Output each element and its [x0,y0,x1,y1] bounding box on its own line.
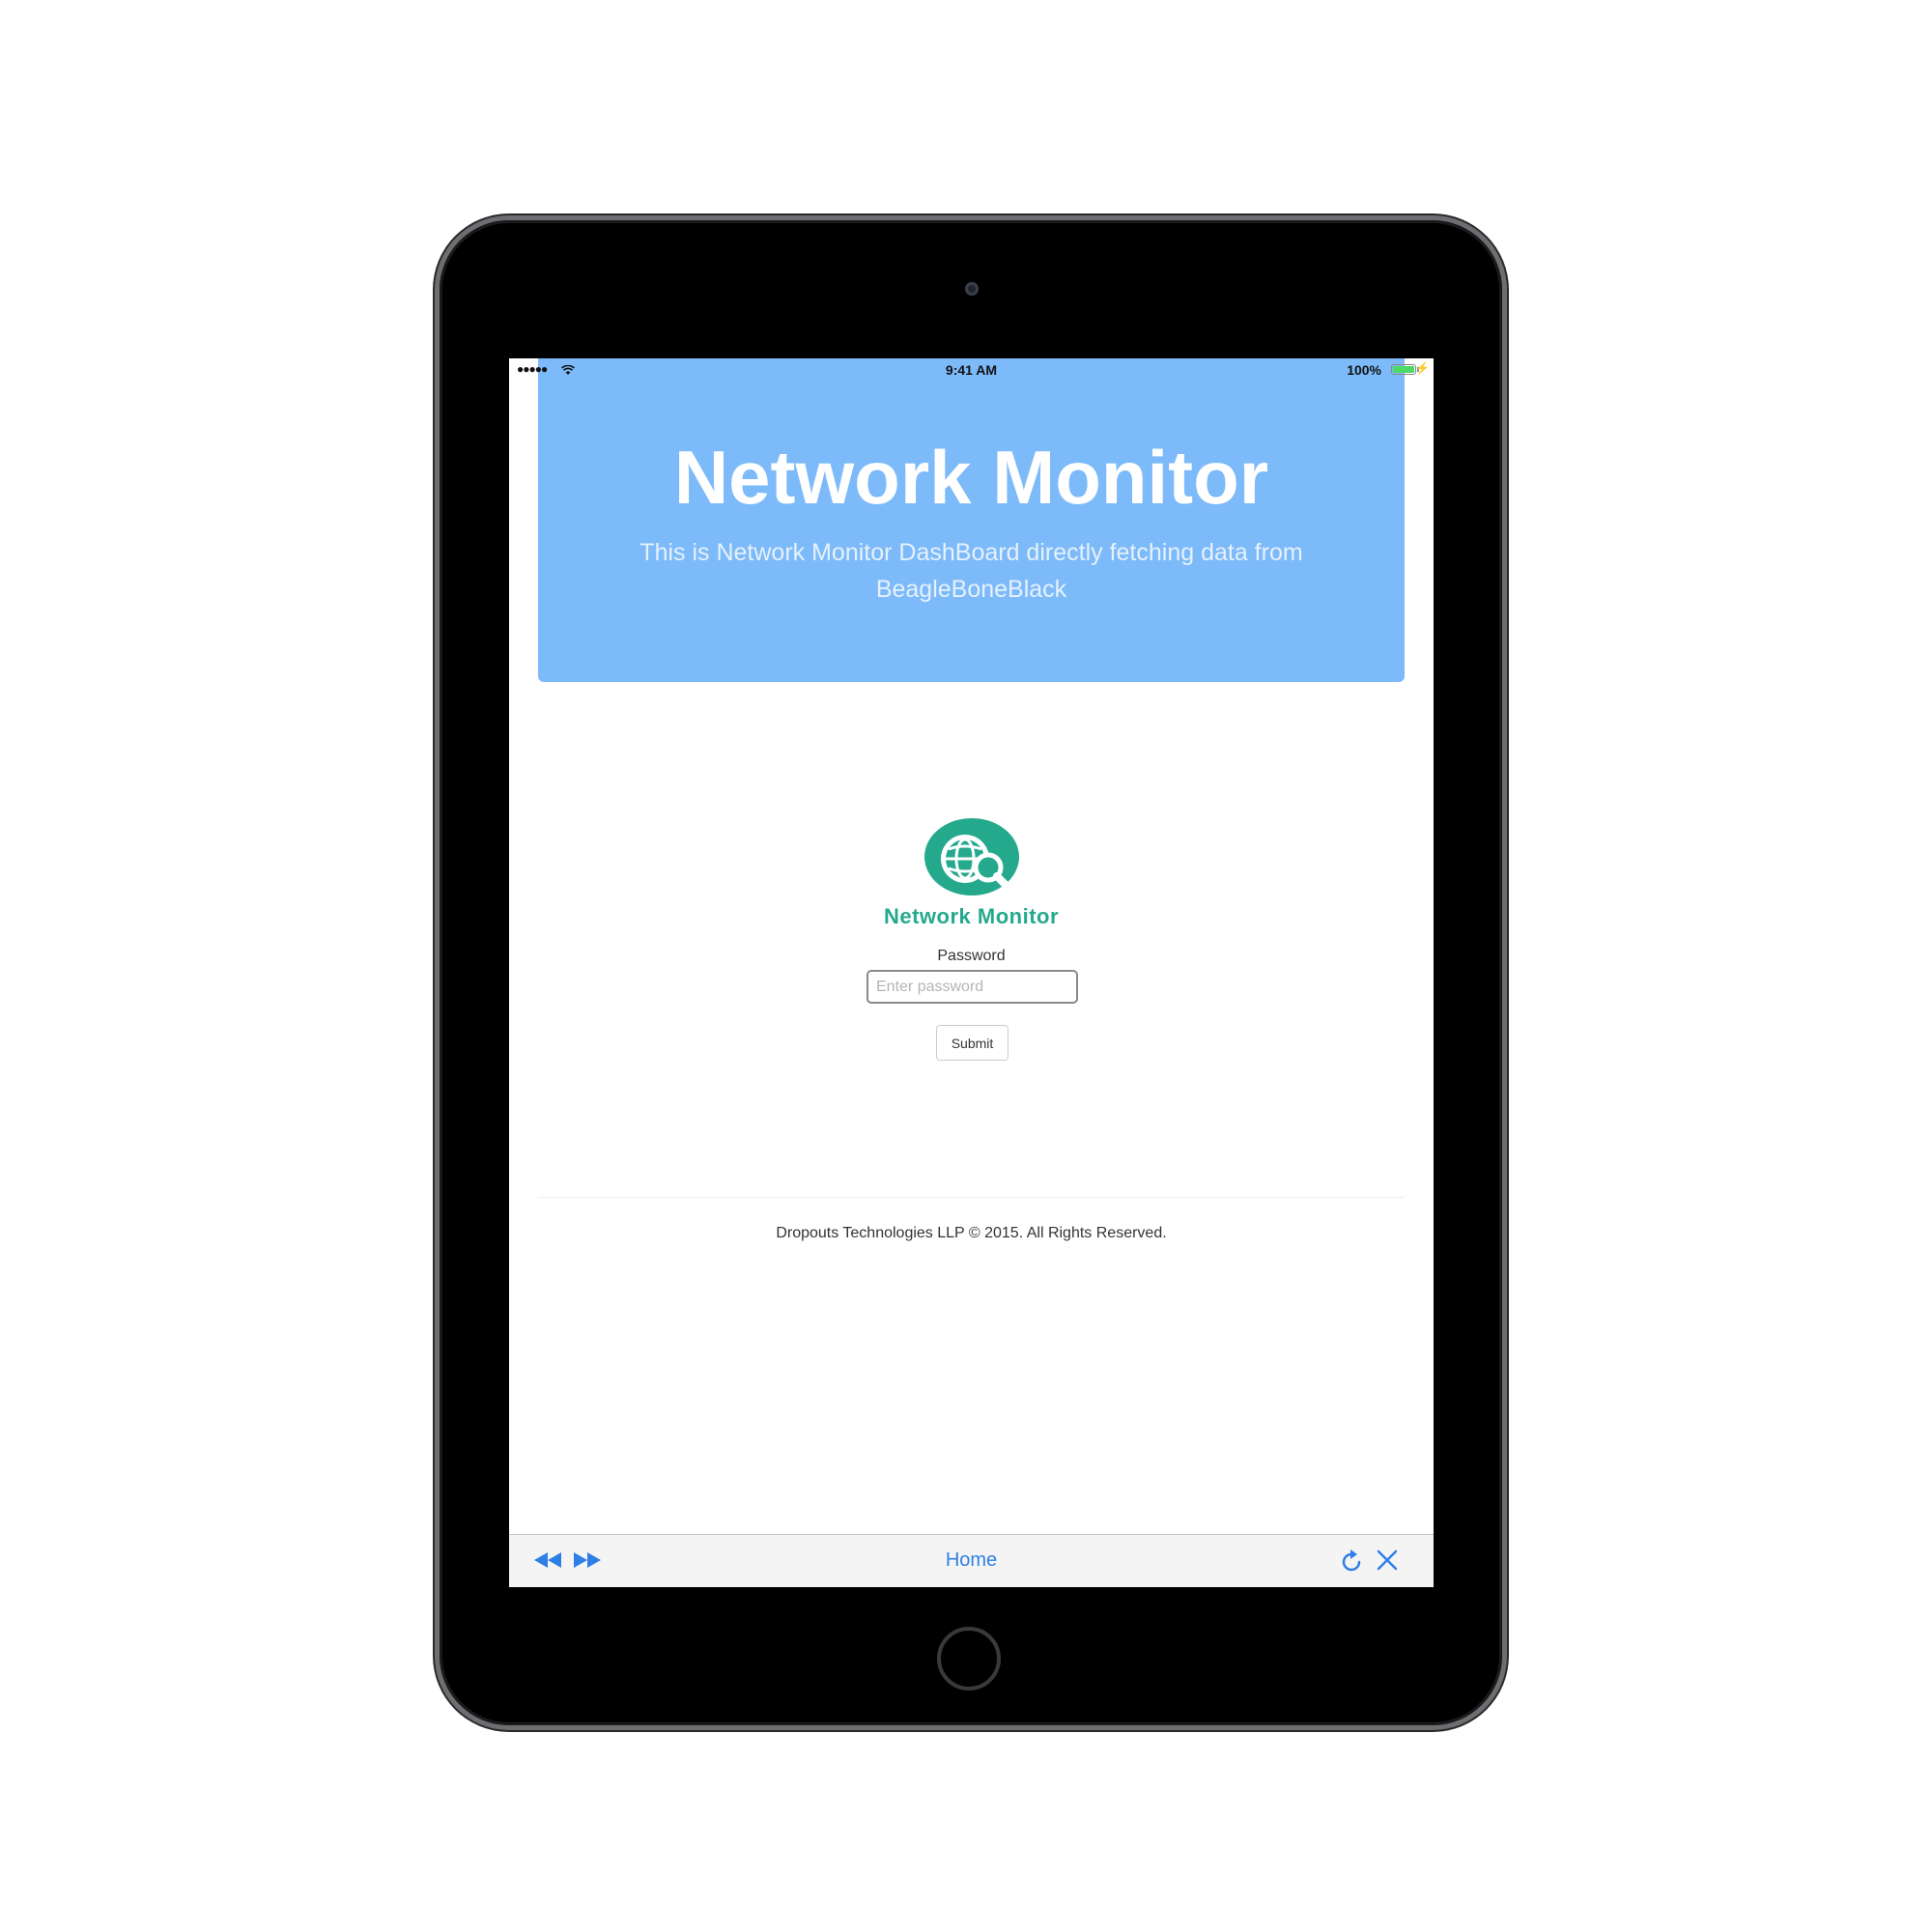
password-input[interactable] [867,970,1078,1004]
screen: ●●●●● 9:41 AM 100% ⚡ Network Monitor Thi… [509,358,1434,1587]
ipad-device-frame: ●●●●● 9:41 AM 100% ⚡ Network Monitor Thi… [440,220,1502,1725]
status-time: 9:41 AM [945,362,998,378]
browser-toolbar: Home [509,1534,1434,1587]
home-button[interactable] [937,1627,1001,1690]
submit-button[interactable]: Submit [936,1025,1009,1061]
home-link[interactable]: Home [509,1549,1434,1572]
footer-copyright: Dropouts Technologies LLP © 2015. All Ri… [776,1225,1167,1241]
password-label: Password [937,948,1006,964]
status-bar: ●●●●● 9:41 AM 100% ⚡ [509,358,1434,382]
close-icon [1377,1549,1398,1571]
page-subtitle: This is Network Monitor DashBoard direct… [639,539,1303,603]
front-camera [965,282,979,296]
header-banner: Network Monitor This is Network Monitor … [538,358,1405,682]
page-title: Network Monitor [673,435,1269,520]
logo-text: Network Monitor [883,904,1060,928]
charging-bolt-icon: ⚡ [1415,361,1430,375]
close-button[interactable] [1376,1548,1399,1577]
battery-icon [1391,364,1416,375]
reload-button[interactable] [1339,1548,1364,1580]
logo [509,817,1434,901]
reload-icon [1342,1549,1361,1572]
battery-percent: 100% [1347,362,1381,378]
globe-search-icon [923,818,1019,895]
footer-divider [538,1197,1405,1198]
